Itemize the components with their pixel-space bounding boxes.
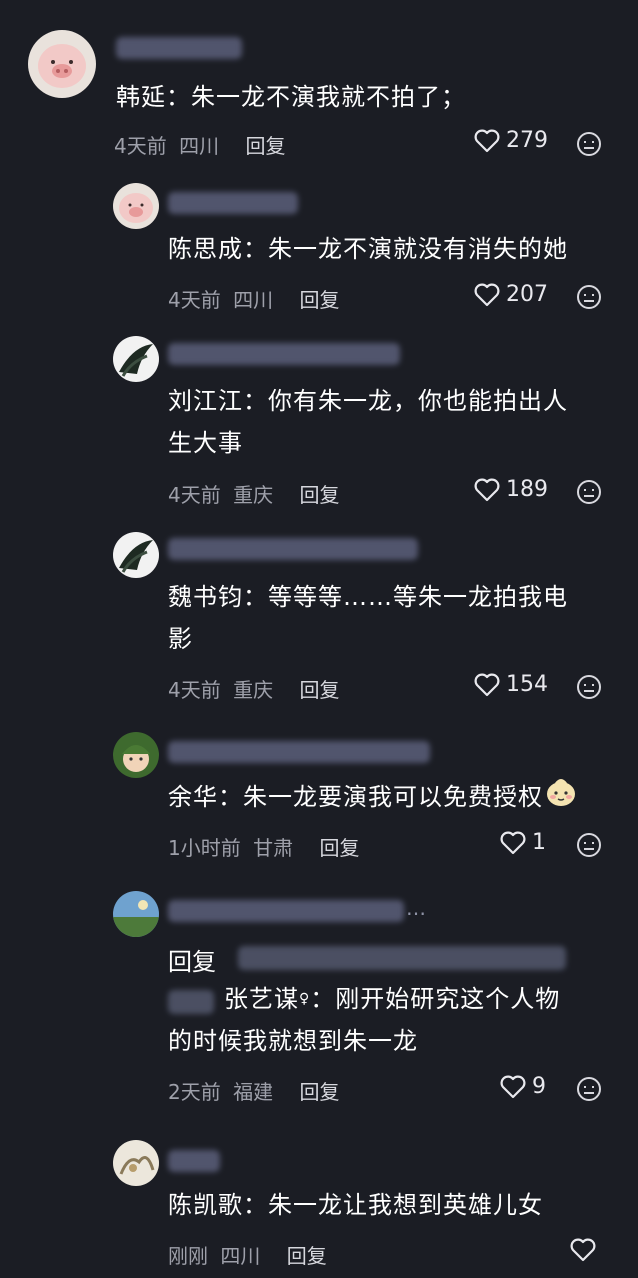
reply-button[interactable]: 回复 [299,483,339,507]
frown-face-icon[interactable] [576,284,602,310]
avatar[interactable] [113,1140,159,1186]
like-button[interactable]: 279 [474,128,548,153]
like-count: 9 [532,1074,546,1099]
timestamp: 4天前 [168,678,221,702]
heart-outline-icon [474,478,500,501]
comment-text: 刘江江：你有朱一龙，你也能拍出人 [168,387,568,415]
reply-button[interactable]: 回复 [245,134,285,158]
like-count: 154 [506,672,548,697]
avatar[interactable] [113,183,159,229]
comment-text: 陈思成：朱一龙不演就没有消失的她 [168,235,568,263]
comment-text: 影 [168,625,193,653]
heart-outline-icon [570,1238,596,1262]
like-button[interactable] [570,1238,596,1262]
timestamp: 4天前 [114,134,167,158]
avatar[interactable] [113,336,159,382]
location: 重庆 [233,678,274,702]
username-blurred[interactable] [168,538,418,560]
frown-face-icon[interactable] [576,832,602,858]
heart-outline-icon [474,129,500,152]
avatar[interactable] [113,532,159,578]
comment-text: 韩延：朱一龙不演我就不拍了； [116,83,466,111]
heart-outline-icon [500,831,526,854]
like-button[interactable]: 1 [500,830,546,855]
reply-target-blurred[interactable] [238,946,566,970]
comment-meta: 刚刚 四川 回复 [168,1240,327,1269]
timestamp: 1小时前 [168,836,241,860]
comment-meta: 2天前 福建 回复 [168,1076,339,1105]
reply-button[interactable]: 回复 [299,288,339,312]
frown-face-icon[interactable] [576,479,602,505]
like-button[interactable]: 189 [474,477,548,502]
username-blurred[interactable] [116,37,242,59]
heart-outline-icon [500,1075,526,1098]
shy-face-emoji [545,777,577,820]
like-button[interactable]: 154 [474,672,548,697]
reply-button[interactable]: 回复 [299,678,339,702]
comment-meta: 4天前 四川 回复 [168,284,339,313]
username-blurred[interactable] [168,741,430,763]
comment-text: 陈凯歌：朱一龙让我想到英雄儿女 [168,1191,543,1219]
comment-meta: 4天前 四川 回复 [114,130,285,159]
username-blurred[interactable] [168,343,400,365]
location: 福建 [233,1080,274,1104]
comment-text: 魏书钧：等等等……等朱一龙拍我电 [168,583,568,611]
username-ellipsis: … [406,896,426,920]
timestamp: 2天前 [168,1080,221,1104]
location: 四川 [220,1244,261,1268]
frown-face-icon[interactable] [576,1076,602,1102]
reply-button[interactable]: 回复 [299,1080,339,1104]
like-button[interactable]: 207 [474,282,548,307]
avatar[interactable] [113,732,159,778]
like-count: 1 [532,830,546,855]
username-blurred[interactable] [168,1150,220,1172]
like-button[interactable]: 9 [500,1074,546,1099]
avatar[interactable] [28,30,96,98]
comment-list: 韩延：朱一龙不演我就不拍了； 4天前 四川 回复 279 陈思成：朱一龙不演就没… [0,0,638,1278]
timestamp: 刚刚 [168,1244,208,1268]
comment-text: 的时候我就想到朱一龙 [168,1027,418,1055]
location: 甘肃 [253,836,294,860]
reply-button[interactable]: 回复 [319,836,359,860]
timestamp: 4天前 [168,288,221,312]
heart-outline-icon [474,283,500,306]
like-count: 189 [506,477,548,502]
frown-face-icon[interactable] [576,131,602,157]
comment-meta: 4天前 重庆 回复 [168,674,339,703]
reply-target-blurred[interactable] [168,990,214,1014]
like-count: 207 [506,282,548,307]
mentioned-user[interactable]: 张艺谋 [224,985,299,1013]
comment-text: 余华：朱一龙要演我可以免费授权 [168,776,577,820]
heart-outline-icon [474,673,500,696]
location: 重庆 [233,483,274,507]
location: 四川 [179,134,220,158]
comment-text: 张艺谋♀：刚开始研究这个人物 [224,985,561,1013]
comment-meta: 1小时前 甘肃 回复 [168,832,359,861]
comment-text: 生大事 [168,429,243,457]
frown-face-icon[interactable] [576,674,602,700]
avatar[interactable] [113,891,159,937]
username-blurred[interactable] [168,900,404,922]
reply-prefix: 回复 [168,948,216,976]
username-blurred[interactable] [168,192,298,214]
timestamp: 4天前 [168,483,221,507]
like-count: 279 [506,128,548,153]
reply-button[interactable]: 回复 [287,1244,327,1268]
location: 四川 [233,288,274,312]
comment-meta: 4天前 重庆 回复 [168,479,339,508]
